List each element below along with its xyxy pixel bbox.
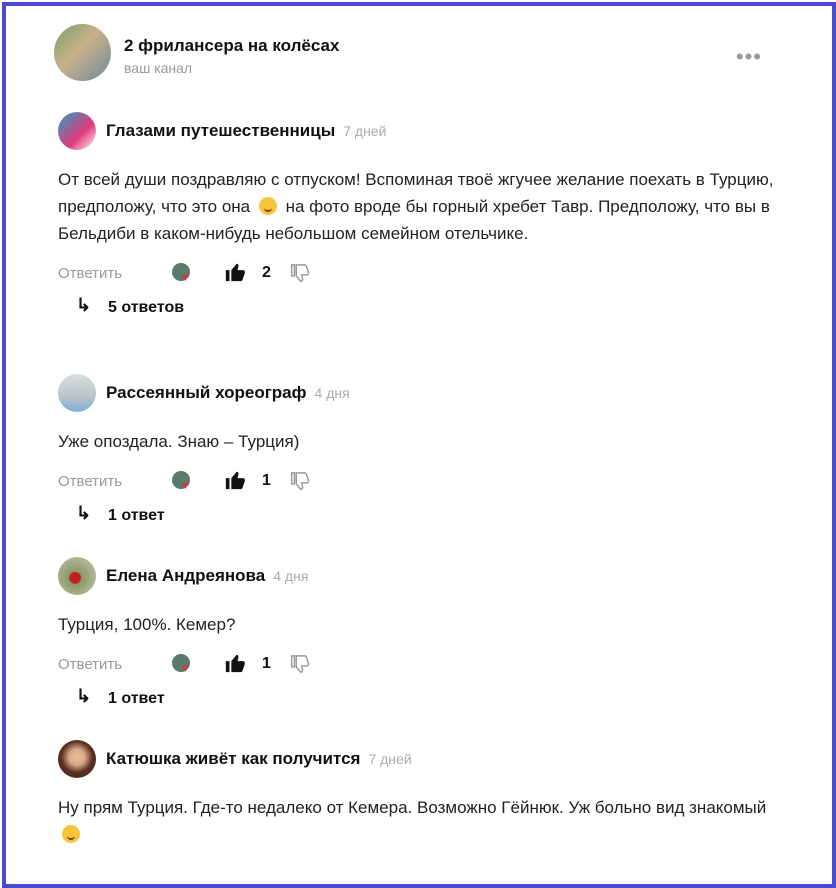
- comment-author[interactable]: Катюшка живёт как получится 7 дней: [106, 749, 412, 769]
- comment-time: 7 дней: [368, 751, 412, 767]
- like-count: 2: [262, 264, 271, 281]
- grin-emoji-icon: [62, 825, 80, 843]
- reply-button[interactable]: Ответить: [58, 265, 122, 282]
- like-count: 1: [262, 472, 271, 489]
- comment-text: Ну прям Турция. Где-то недалеко от Кемер…: [58, 794, 788, 848]
- thumbs-down-icon[interactable]: [288, 263, 310, 285]
- comment-text: Уже опоздала. Знаю – Турция): [58, 432, 300, 451]
- thumbs-up-icon[interactable]: [224, 469, 246, 491]
- reply-arrow-icon: ↳: [76, 686, 92, 706]
- like-count: 1: [262, 655, 271, 672]
- comment-time: 4 дня: [314, 385, 350, 401]
- comment: Рассеянный хореограф 4 дня Уже опоздала. …: [58, 374, 792, 535]
- reactions-icon[interactable]: ♥: [172, 263, 194, 285]
- comment-time: 4 дня: [273, 568, 309, 584]
- avatar[interactable]: [58, 374, 96, 412]
- comment-author[interactable]: Елена Андреянова 4 дня: [106, 566, 308, 586]
- reply-arrow-icon: ↳: [76, 295, 92, 315]
- reactions-icon[interactable]: ♥: [172, 654, 194, 676]
- avatar[interactable]: [58, 557, 96, 595]
- smile-emoji-icon: [258, 197, 277, 215]
- avatar[interactable]: [58, 112, 96, 150]
- comment-text: Турция, 100%. Кемер?: [58, 615, 236, 634]
- channel-avatar[interactable]: [54, 24, 111, 81]
- thumbs-up-icon[interactable]: [224, 652, 246, 674]
- comment: Глазами путешественницы 7 дней От всей ду…: [58, 112, 792, 327]
- more-dots-icon[interactable]: •••: [736, 44, 762, 70]
- channel-title[interactable]: 2 фрилансера на колёсах: [124, 36, 339, 56]
- channel-header: 2 фрилансера на колёсах ваш канал •••: [54, 22, 832, 86]
- reactions-icon[interactable]: ♥: [172, 471, 194, 493]
- comment: Катюшка живёт как получится 7 дней Ну пря…: [58, 740, 792, 848]
- comments-panel: 2 фрилансера на колёсах ваш канал ••• Гл…: [2, 2, 836, 888]
- show-replies-button[interactable]: ↳ 5 ответов: [58, 295, 792, 327]
- comment-text: От всей души поздравляю с отпуском! Вспо…: [58, 170, 774, 243]
- thumbs-up-icon[interactable]: [224, 261, 246, 283]
- channel-subtitle: ваш канал: [124, 60, 193, 76]
- comment: Елена Андреянова 4 дня Турция, 100%. Кеме…: [58, 557, 792, 718]
- thumbs-down-icon[interactable]: [288, 471, 310, 493]
- reply-button[interactable]: Ответить: [58, 656, 122, 673]
- thumbs-down-icon[interactable]: [288, 654, 310, 676]
- reply-button[interactable]: Ответить: [58, 473, 122, 490]
- show-replies-button[interactable]: ↳ 1 ответ: [58, 686, 792, 718]
- comment-author[interactable]: Рассеянный хореограф 4 дня: [106, 383, 350, 403]
- comment-time: 7 дней: [343, 123, 387, 139]
- comment-author[interactable]: Глазами путешественницы 7 дней: [106, 121, 386, 141]
- show-replies-button[interactable]: ↳ 1 ответ: [58, 503, 792, 535]
- avatar[interactable]: [58, 740, 96, 778]
- reply-arrow-icon: ↳: [76, 503, 92, 523]
